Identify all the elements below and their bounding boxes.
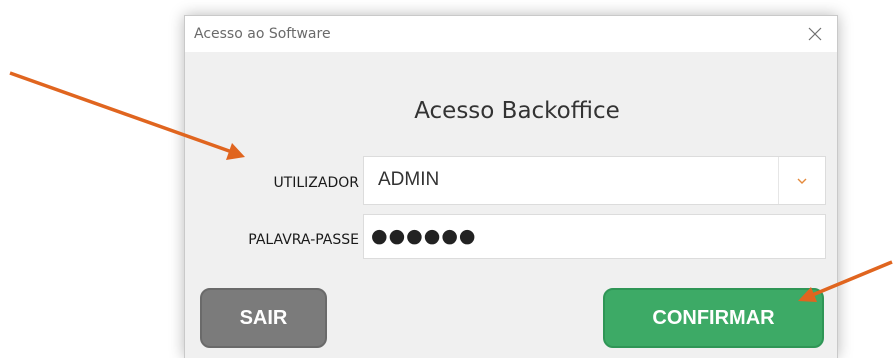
annotation-arrows: [9, 71, 893, 302]
arrow-to-confirm-button: [809, 260, 893, 298]
arrow-to-user-label: [9, 71, 233, 154]
